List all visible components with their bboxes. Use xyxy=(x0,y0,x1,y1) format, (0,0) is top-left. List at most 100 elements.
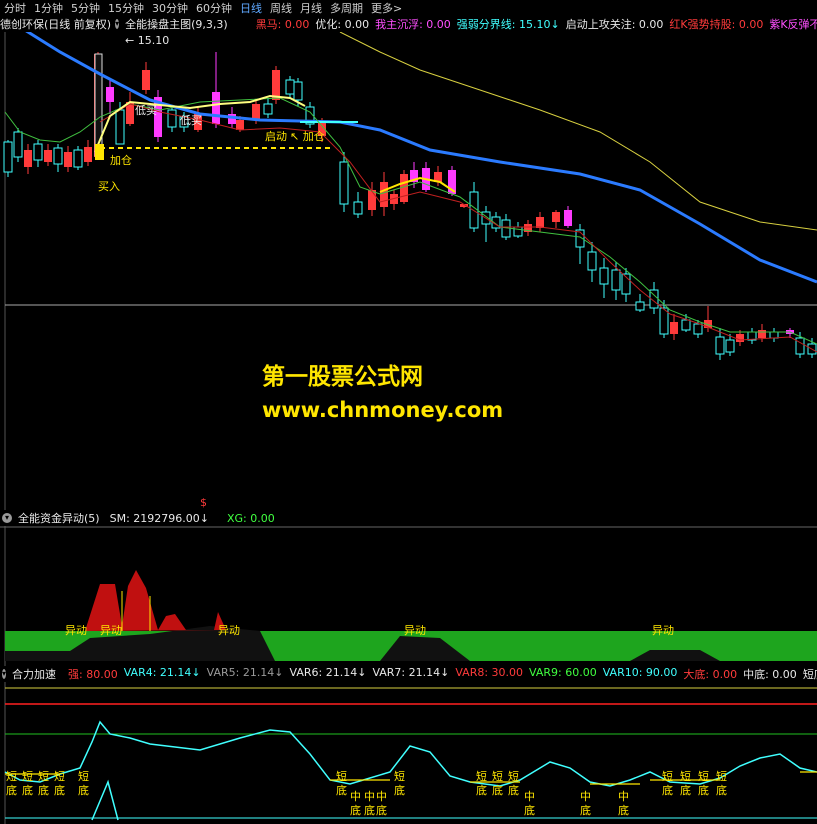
panel2-xg-readout: XG: 0.00 xyxy=(226,511,275,525)
svg-text:短: 短 xyxy=(716,769,727,783)
svg-text:底: 底 xyxy=(336,783,347,797)
readout-5: 红K强势持股: 0.00 xyxy=(669,18,764,31)
readout-1: VAR4: 21.14↓ xyxy=(123,666,201,679)
period-tab-3[interactable]: 15分钟 xyxy=(104,0,148,16)
period-tab-2[interactable]: 5分钟 xyxy=(67,0,104,16)
panel2-title[interactable]: 全能资金异动(5) xyxy=(18,510,100,526)
svg-text:短: 短 xyxy=(662,769,673,783)
svg-text:底: 底 xyxy=(6,783,17,797)
panel2-marker: $ xyxy=(200,496,207,509)
stock-title[interactable]: 德创环保(日线 前复权) xyxy=(0,16,111,32)
svg-text:短: 短 xyxy=(22,769,33,783)
bottom-signal-label: 中底 xyxy=(524,790,535,817)
readout-7: VAR10: 90.00 xyxy=(602,666,678,679)
main-price-chart[interactable]: ← 15.10低买低买加仓启动 ↖ 加仓买入 xyxy=(0,32,817,510)
annotation-add-2: ↖ 加仓 xyxy=(290,129,325,143)
svg-text:短: 短 xyxy=(492,769,503,783)
svg-text:底: 底 xyxy=(508,783,519,797)
period-tab-5[interactable]: 60分钟 xyxy=(192,0,236,16)
annotation-low-buy: 低买 xyxy=(135,104,157,117)
main-chart-header: 德创环保(日线 前复权) ▾ 全能操盘主图(9,3,3) 黑马: 0.00 优化:… xyxy=(0,16,817,32)
svg-text:中: 中 xyxy=(524,790,535,803)
svg-text:底: 底 xyxy=(492,783,503,797)
svg-text:底: 底 xyxy=(394,783,405,797)
svg-text:底: 底 xyxy=(698,783,709,797)
svg-text:底: 底 xyxy=(618,803,629,817)
svg-text:短: 短 xyxy=(78,769,89,783)
svg-text:短: 短 xyxy=(680,769,691,783)
svg-text:短: 短 xyxy=(508,769,519,783)
svg-text:底: 底 xyxy=(350,803,361,817)
chevron-down-icon[interactable]: ▾ xyxy=(115,19,120,29)
svg-text:短: 短 xyxy=(394,769,405,783)
svg-text:短: 短 xyxy=(38,769,49,783)
svg-text:中: 中 xyxy=(580,790,591,803)
readout-5: VAR8: 30.00 xyxy=(455,666,524,679)
acceleration-chart[interactable]: 短底短底短底短底短底短底 中底中底中底短底短底短底短底 中底中底中底短底短底短底短底 xyxy=(0,682,817,824)
readout-0: 黑马: 0.00 xyxy=(255,18,310,31)
bottom-signal-label: 中底 xyxy=(580,790,591,817)
fund-flow-chart[interactable]: 异动 异动 异动 异动 异动 xyxy=(0,526,817,666)
period-toolbar: 分时 1分钟 5分钟 15分钟 30分钟 60分钟 日线 周线 月线 多周期 更多> xyxy=(0,0,817,16)
panel3-title[interactable]: 合力加速 xyxy=(12,666,56,682)
period-tab-10[interactable]: 更多> xyxy=(367,0,406,16)
period-tab-0[interactable]: 分时 xyxy=(0,0,30,16)
period-tab-4[interactable]: 30分钟 xyxy=(148,0,192,16)
svg-text:底: 底 xyxy=(476,783,487,797)
period-tab-7[interactable]: 周线 xyxy=(266,0,296,16)
svg-text:底: 底 xyxy=(376,803,387,817)
readout-0: 强: 80.00 xyxy=(68,668,118,681)
period-tab-9[interactable]: 多周期 xyxy=(326,0,367,16)
svg-text:底: 底 xyxy=(54,783,65,797)
indicator-name[interactable]: 全能操盘主图(9,3,3) xyxy=(125,16,228,32)
anomaly-label: 异动 xyxy=(652,624,674,637)
candle xyxy=(13,128,23,162)
panel3-readouts: 强: 80.00 VAR4: 21.14↓ VAR5: 21.14↓ VAR6: 21… xyxy=(68,666,817,682)
add-position-marker xyxy=(95,144,104,160)
svg-text:中: 中 xyxy=(364,790,375,803)
svg-text:底: 底 xyxy=(580,803,591,817)
svg-text:底: 底 xyxy=(78,783,89,797)
watermark-url: www.chnmoney.com xyxy=(262,398,504,422)
svg-text:短: 短 xyxy=(54,769,65,783)
anomaly-label: 异动 xyxy=(404,624,426,637)
annotation-add: 加仓 xyxy=(110,153,132,167)
readout-3: VAR6: 21.14↓ xyxy=(289,666,367,679)
svg-text:底: 底 xyxy=(38,783,49,797)
annotation-low-buy-2: 低买 xyxy=(180,114,202,127)
readout-9: 中底: 0.00 xyxy=(743,668,797,681)
anomaly-label: 异动 xyxy=(218,624,240,637)
readout-8: 大底: 0.00 xyxy=(683,668,738,681)
chevron-down-icon[interactable]: ▾ xyxy=(2,513,12,523)
svg-text:短: 短 xyxy=(698,769,709,783)
readout-4: 启动上攻关注: 0.00 xyxy=(565,18,664,31)
candle xyxy=(73,146,83,170)
annotation-start: 启动 xyxy=(265,130,287,143)
candle xyxy=(3,140,13,177)
period-tab-6[interactable]: 日线 xyxy=(236,0,266,16)
svg-text:中: 中 xyxy=(350,790,361,803)
bottom-signal-label: 中底 xyxy=(376,790,387,817)
readout-3: 强弱分界线: 15.10↓ xyxy=(456,18,560,31)
period-tab-8[interactable]: 月线 xyxy=(296,0,326,16)
anomaly-label: 异动 xyxy=(65,624,87,637)
svg-text:中: 中 xyxy=(618,790,629,803)
readout-2: VAR5: 21.14↓ xyxy=(206,666,284,679)
bottom-signal-label: 中底 xyxy=(618,790,629,817)
panel2-sm-readout: SM: 2192796.00↓ xyxy=(109,511,209,525)
readout-6: 紫K反弹不贪: 0.00 xyxy=(769,18,817,31)
svg-text:中: 中 xyxy=(376,790,387,803)
svg-text:短: 短 xyxy=(476,769,487,783)
watermark-title: 第一股票公式网 xyxy=(262,364,423,390)
period-tab-1[interactable]: 1分钟 xyxy=(30,0,67,16)
svg-text:短: 短 xyxy=(336,769,347,783)
readout-4: VAR7: 21.14↓ xyxy=(372,666,450,679)
price-label: ← 15.10 xyxy=(125,34,169,47)
readout-2: 我主沉浮: 0.00 xyxy=(375,18,451,31)
limit-up-candle xyxy=(94,53,103,157)
svg-text:底: 底 xyxy=(524,803,535,817)
chevron-down-icon[interactable]: ▾ xyxy=(2,669,7,679)
svg-text:短: 短 xyxy=(6,769,17,783)
svg-text:底: 底 xyxy=(716,783,727,797)
readout-10: 短底: 1.00 xyxy=(802,668,817,681)
